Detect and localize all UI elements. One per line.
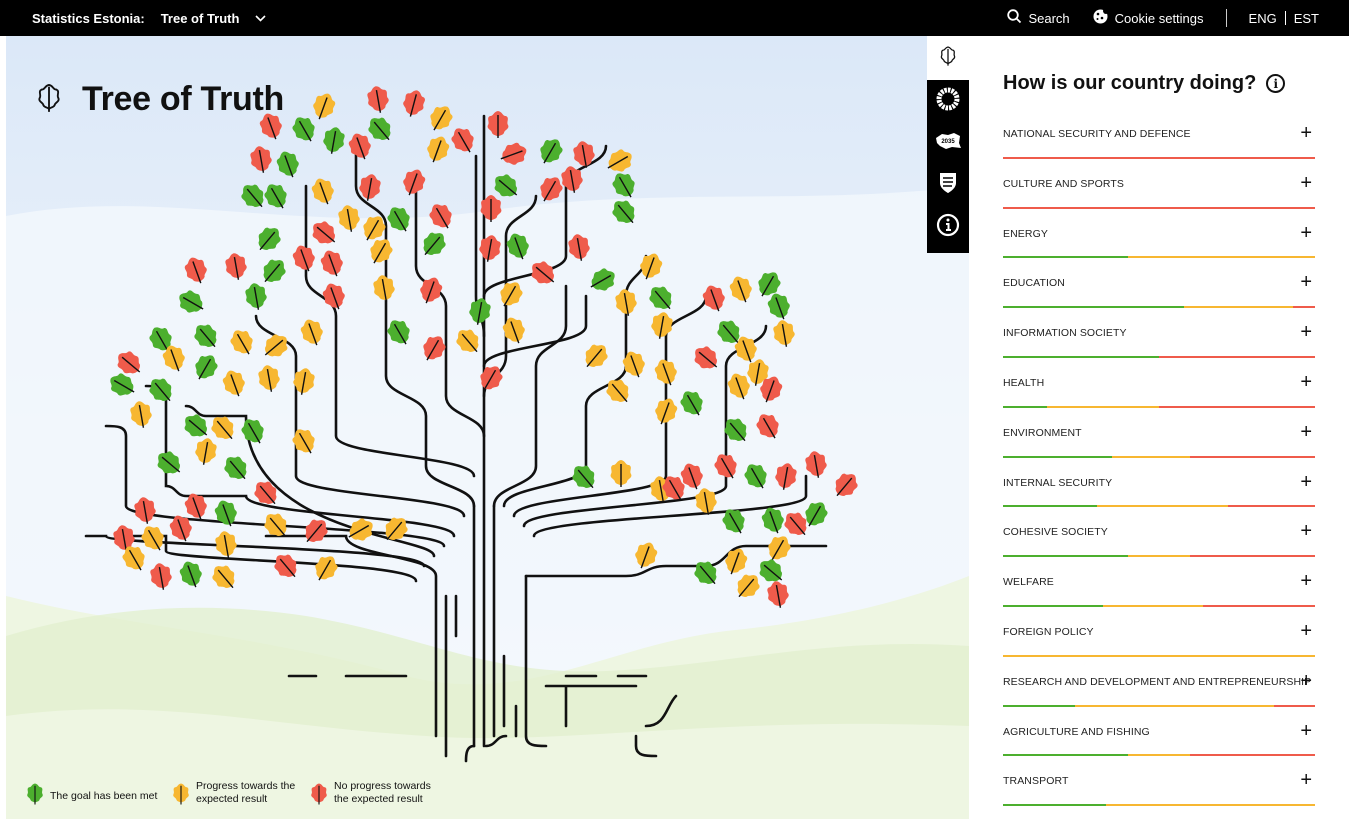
category-label: AGRICULTURE AND FISHING — [1003, 725, 1150, 738]
legend-label-progress: Progress towards the expected result — [196, 780, 296, 805]
status-progress-bar — [1003, 804, 1315, 807]
divider — [1225, 9, 1227, 27]
category-label: RESEARCH AND DEVELOPMENT AND ENTREPRENEU… — [1003, 675, 1312, 688]
svg-text:2035: 2035 — [941, 139, 955, 145]
category-row[interactable]: NATIONAL SECURITY AND DEFENCE + — [1003, 109, 1315, 159]
expand-plus-icon[interactable]: + — [1300, 122, 1312, 145]
legend-item-progress: Progress towards the expected result — [172, 780, 296, 812]
view-switcher-dark: 2035 — [927, 80, 969, 253]
orange-segment — [1105, 804, 1315, 807]
category-label: ENVIRONMENT — [1003, 426, 1082, 439]
tree-view-button[interactable] — [927, 36, 969, 80]
orange-leaf-icon — [172, 780, 190, 812]
view-switcher: 2035 — [927, 36, 969, 253]
category-label: INFORMATION SOCIETY — [1003, 327, 1127, 340]
page-title-block: Tree of Truth — [36, 80, 284, 119]
category-row[interactable]: ENERGY + — [1003, 209, 1315, 259]
coat-of-arms-icon — [938, 171, 958, 200]
page-title: Tree of Truth — [82, 80, 285, 118]
oak-leaf-logo-icon — [36, 80, 62, 119]
expand-plus-icon[interactable]: + — [1300, 520, 1312, 543]
sdg-view-button[interactable] — [934, 87, 962, 116]
lang-divider — [1284, 11, 1286, 25]
category-row[interactable]: FOREIGN POLICY + — [1003, 607, 1315, 657]
expand-plus-icon[interactable]: + — [1300, 620, 1312, 643]
green-leaf-icon — [26, 780, 44, 812]
cookie-settings-button[interactable]: Cookie settings — [1092, 8, 1204, 28]
panel-heading: How is our country doing? i — [1003, 72, 1286, 95]
category-label: COHESIVE SOCIETY — [1003, 526, 1108, 539]
app-switcher[interactable]: Statistics Estonia: Tree of Truth — [32, 10, 267, 26]
category-list: NATIONAL SECURITY AND DEFENCE + CULTURE AN… — [1003, 109, 1315, 807]
category-label: FOREIGN POLICY — [1003, 625, 1094, 638]
legend-item-met: The goal has been met — [26, 780, 158, 812]
top-navigation-bar: Statistics Estonia: Tree of Truth Search… — [0, 0, 1349, 36]
info-icon — [936, 213, 960, 242]
info-icon[interactable]: i — [1266, 74, 1286, 93]
category-label: NATIONAL SECURITY AND DEFENCE — [1003, 128, 1191, 140]
expand-plus-icon[interactable]: + — [1300, 670, 1312, 693]
tree-stage: Tree of Truth The goal has been met Prog… — [6, 36, 969, 819]
category-row[interactable]: HEALTH + — [1003, 358, 1315, 408]
search-icon — [1007, 9, 1022, 27]
category-row[interactable]: CULTURE AND SPORTS + — [1003, 159, 1315, 209]
category-label: HEALTH — [1003, 376, 1045, 389]
info-view-button[interactable] — [934, 213, 962, 242]
category-row[interactable]: RESEARCH AND DEVELOPMENT AND ENTREPRENEU… — [1003, 657, 1315, 707]
category-row[interactable]: INFORMATION SOCIETY + — [1003, 308, 1315, 358]
app-name: Tree of Truth — [160, 10, 240, 26]
category-row[interactable]: ENVIRONMENT + — [1003, 408, 1315, 458]
legend-label-none: No progress towards the expected result — [334, 780, 431, 805]
category-label: ENERGY — [1003, 227, 1048, 240]
category-row[interactable]: INTERNAL SECURITY + — [1003, 458, 1315, 508]
expand-plus-icon[interactable]: + — [1300, 720, 1312, 743]
tree-illustration — [6, 36, 969, 819]
cookie-settings-label: Cookie settings — [1114, 10, 1204, 26]
expand-plus-icon[interactable]: + — [1300, 271, 1312, 294]
search-button[interactable]: Search — [1007, 9, 1070, 27]
expand-plus-icon[interactable]: + — [1300, 172, 1312, 195]
coat-of-arms-button[interactable] — [934, 172, 962, 198]
category-row[interactable]: WELFARE + — [1003, 557, 1315, 607]
category-label: TRANSPORT — [1003, 775, 1069, 788]
top-actions: Search Cookie settings ENG EST — [1007, 8, 1319, 28]
category-row[interactable]: AGRICULTURE AND FISHING + — [1003, 707, 1315, 757]
legend: The goal has been met Progress towards t… — [26, 780, 434, 812]
lang-est[interactable]: EST — [1294, 11, 1319, 26]
legend-item-none: No progress towards the expected result — [310, 780, 434, 812]
sdg-wheel-icon — [936, 87, 960, 116]
category-label: CULTURE AND SPORTS — [1003, 177, 1125, 190]
expand-plus-icon[interactable]: + — [1300, 471, 1312, 494]
expand-plus-icon[interactable]: + — [1300, 321, 1312, 344]
search-label: Search — [1028, 10, 1070, 26]
red-leaf-icon — [310, 780, 328, 812]
category-label: EDUCATION — [1003, 277, 1065, 290]
brand-name: Statistics Estonia: — [32, 10, 145, 26]
oak-leaf-icon — [939, 44, 957, 73]
category-row[interactable]: COHESIVE SOCIETY + — [1003, 507, 1315, 558]
category-row[interactable]: TRANSPORT + — [1003, 756, 1315, 807]
green-segment — [1003, 804, 1106, 807]
expand-plus-icon[interactable]: + — [1300, 371, 1312, 394]
category-row[interactable]: EDUCATION + — [1003, 258, 1315, 309]
panel-title: How is our country doing? — [1003, 72, 1257, 94]
expand-plus-icon[interactable]: + — [1300, 769, 1312, 792]
category-label: INTERNAL SECURITY — [1003, 476, 1113, 489]
expand-plus-icon[interactable]: + — [1300, 570, 1312, 593]
estonia-2035-icon: 2035 — [934, 131, 962, 156]
category-label: WELFARE — [1003, 576, 1054, 589]
cookie-icon — [1092, 8, 1109, 28]
expand-plus-icon[interactable]: + — [1300, 222, 1312, 245]
language-switcher: ENG EST — [1249, 11, 1319, 26]
expand-plus-icon[interactable]: + — [1300, 421, 1312, 444]
chevron-down-icon — [255, 11, 267, 25]
lang-eng[interactable]: ENG — [1249, 11, 1277, 26]
legend-label-met: The goal has been met — [50, 789, 158, 802]
estonia-2035-button[interactable]: 2035 — [934, 130, 962, 156]
